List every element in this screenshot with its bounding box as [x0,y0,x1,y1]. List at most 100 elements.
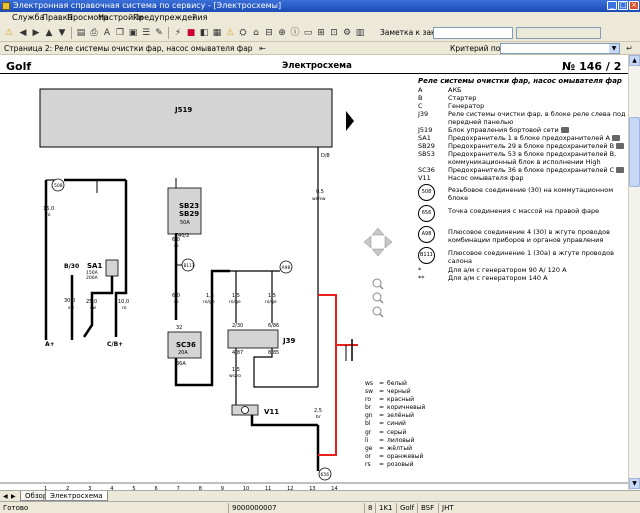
j39-label: J39 [282,337,295,345]
legend-note: * Для а/м с генератором 90 A/ 120 A [418,266,626,274]
tab-first-icon[interactable]: ◀ [3,492,8,501]
filter-icon[interactable]: ⊡ [328,27,340,39]
svg-text:br: br [316,414,321,420]
j519-label: J519 [174,106,192,114]
color-code: bl [365,420,371,428]
close-button[interactable]: × [629,1,639,10]
car-icon[interactable]: ⊟ [263,27,275,39]
svg-text:sw: sw [90,306,96,311]
camera-icon[interactable] [616,143,625,149]
wire-05-label: 0,5 [316,189,324,195]
manual-icon[interactable]: ▭ [302,27,314,39]
search-criteria-select[interactable]: ▼ [500,43,620,54]
wire-d8-label: D/8 [321,153,330,159]
color-code: ge [365,444,373,452]
legend-connector-entry: 656 Точка соединения с массой на правой ф… [418,205,626,224]
status-cell: Golf [396,503,416,513]
legend-code: C [418,102,423,110]
svg-text:1,5: 1,5 [232,367,240,373]
color-equals: = [379,428,385,436]
down-icon[interactable]: ▼ [56,27,68,39]
zoom-in-icon[interactable] [372,278,384,290]
legend-text: АКБ [448,86,462,94]
legend-connector-entry: 508 Резьбовое соединение (30) на коммутац… [418,184,626,203]
color-code: gr [365,428,372,436]
maximize-button[interactable]: □ [618,1,628,10]
wiring-icon[interactable]: ⚡ [172,27,184,39]
camera-icon[interactable] [611,135,620,141]
chevron-down-icon[interactable]: ▼ [609,44,619,53]
svg-text:A98: A98 [282,265,291,271]
color-code: sw [365,388,374,396]
grid-icon[interactable]: ▦ [211,27,223,39]
color-key-row: ws = белый [365,380,425,388]
svg-text:30,0: 30,0 [64,298,75,304]
svg-text:SB29: SB29 [179,210,199,218]
order-note-input[interactable] [433,27,513,39]
list-icon[interactable]: ☰ [140,27,152,39]
settings-icon[interactable]: ⚙ [341,27,353,39]
starter-b-label: B/30 [64,263,79,270]
info-icon[interactable]: ⓘ [289,27,301,39]
text-icon[interactable]: A [101,27,113,39]
svg-text:ws/sw: ws/sw [312,196,326,202]
menu-warnings[interactable]: Предупреждения [133,12,207,24]
legend-heading: Реле системы очистки фар, насос омывател… [418,77,622,85]
color-name: синий [387,420,406,428]
color-key-row: ge = жёлтый [365,445,425,453]
menu-help[interactable]: ? [192,12,196,24]
scroll-down-icon[interactable]: ▼ [629,478,640,489]
zoom-out-icon[interactable] [372,306,384,318]
scroll-thumb[interactable] [629,117,640,187]
legend-text: Предохранитель 53 в блоке предохранителе… [448,150,617,166]
color-code: gn [365,412,373,420]
fuse-icon[interactable]: ■ [185,27,197,39]
bookmark-icon[interactable]: ▣ [127,27,139,39]
legend-text: Реле системы очистки фар, в блоке реле с… [448,110,626,126]
legend-entry: J519 Блок управления бортовой сети [418,126,626,134]
copy-icon[interactable]: ❐ [114,27,126,39]
tools-icon[interactable]: ✎ [153,27,165,39]
forward-icon[interactable]: ▶ [30,27,42,39]
tab-wiring-diagram[interactable]: Электросхема [45,491,108,501]
alert-icon[interactable]: ⚠ [224,27,236,39]
svg-text:SB23: SB23 [179,202,199,210]
prev-page-icon[interactable]: ⇤ [257,43,268,54]
connector-code: A98 [418,226,435,243]
go-icon[interactable]: ↵ [624,43,635,54]
color-name: красный [387,396,414,404]
menu-service[interactable]: Служба [12,12,44,24]
legend-entry: C Генератор [418,102,626,110]
engine-icon[interactable]: ⌂ [250,27,262,39]
connector-code: 508 [418,184,435,201]
camera-icon[interactable] [560,127,569,133]
next-page-arrow-icon[interactable] [346,111,354,131]
connector-code: B111 [418,247,435,264]
color-name: черный [387,388,411,396]
navigation-pad[interactable] [363,227,393,257]
print-icon[interactable]: ⎙ [88,27,100,39]
wire-16-label: 16,0 [43,206,54,212]
minimize-button[interactable]: _ [607,1,617,10]
zoom-fit-icon[interactable] [372,292,384,304]
color-equals: = [379,444,385,452]
vertical-scrollbar[interactable]: ▲ ▼ [628,55,640,490]
highlighted-wire[interactable] [318,294,337,456]
component-icon[interactable]: ◧ [198,27,210,39]
diagnosis-icon[interactable]: ⊕ [276,27,288,39]
back-icon[interactable]: ◀ [17,27,29,39]
color-code: br [365,404,372,412]
color-key-row: br = коричневый [365,404,425,412]
scroll-up-icon[interactable]: ▲ [629,55,640,66]
camera-icon[interactable] [616,167,625,173]
warning-icon[interactable]: ⚠ [3,27,15,39]
svg-text:6,0: 6,0 [172,237,180,243]
tag-icon[interactable]: ⊞ [315,27,327,39]
export-icon[interactable]: ▥ [354,27,366,39]
document-icon[interactable]: ▤ [75,27,87,39]
repair-icon[interactable]: ⛭ [237,27,249,39]
up-icon[interactable]: ▲ [43,27,55,39]
color-name: розовый [387,460,414,468]
tab-next-icon[interactable]: ▶ [11,492,16,501]
svg-text:2,5: 2,5 [314,408,322,414]
